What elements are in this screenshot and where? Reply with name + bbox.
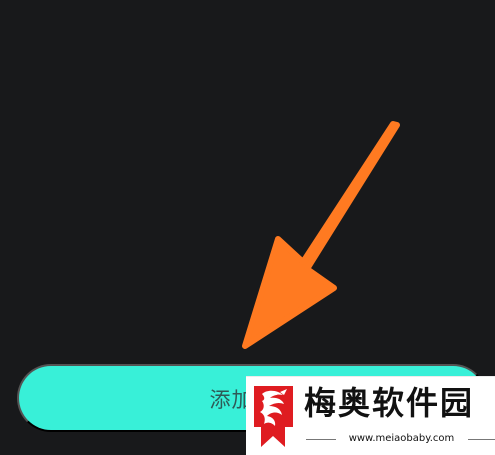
dragon-logo-icon: [254, 386, 293, 447]
url-left-rule: [306, 439, 336, 440]
watermark-site-name: 梅奥软件园: [304, 384, 475, 422]
watermark-url: www.meiaobaby.com: [348, 433, 455, 444]
url-right-rule: [468, 439, 495, 440]
site-watermark: 梅奥软件园 www.meiaobaby.com: [246, 376, 495, 455]
app-screen: 添加 梅奥软件园 www.meiaobaby.com: [0, 0, 495, 455]
